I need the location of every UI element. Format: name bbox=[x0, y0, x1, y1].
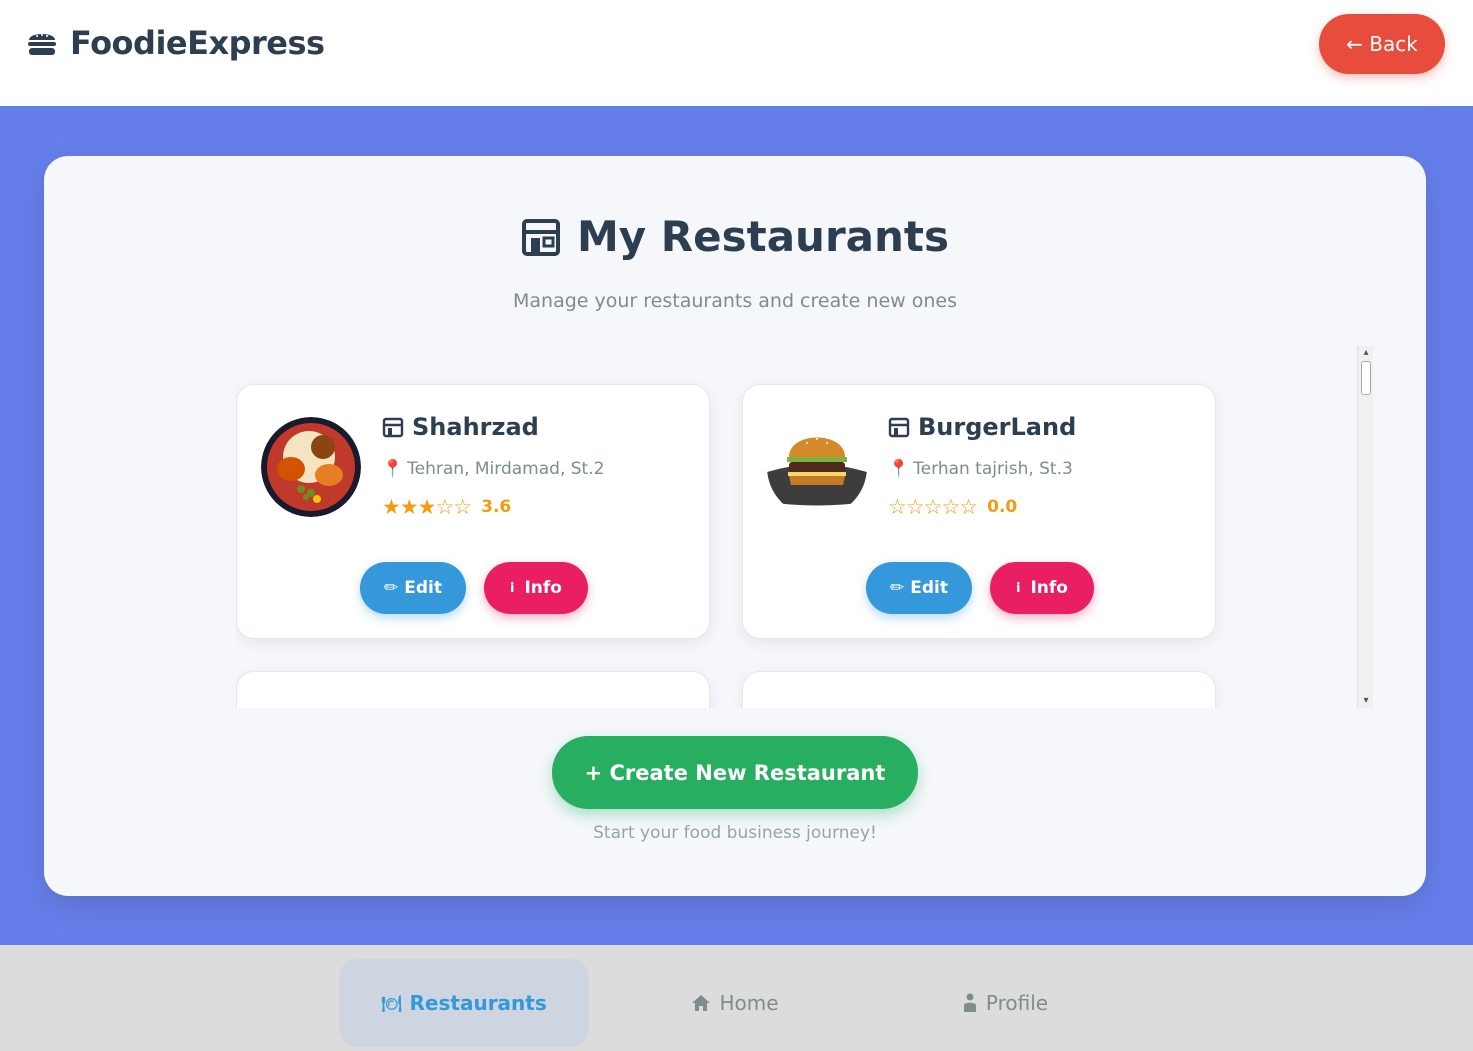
home-icon bbox=[692, 995, 711, 1011]
restaurant-address: 📍 Terhan tajrish, St.3 bbox=[888, 459, 1073, 479]
create-hint: Start your food business journey! bbox=[593, 823, 877, 843]
bottom-nav: 🍽 Restaurants Home Profile bbox=[0, 945, 1473, 1051]
restaurant-rating: ★★★☆☆ 3.6 bbox=[382, 495, 511, 519]
scroll-up-icon[interactable]: ▴ bbox=[1358, 346, 1374, 360]
page-title: My Restaurants bbox=[44, 212, 1426, 261]
restaurant-photo bbox=[767, 417, 867, 517]
pin-icon: 📍 bbox=[888, 459, 910, 479]
star-rating-icon: ☆☆☆☆☆ bbox=[888, 495, 978, 519]
restaurant-card-partial bbox=[742, 671, 1216, 708]
info-icon: i bbox=[510, 580, 515, 596]
store-icon bbox=[522, 218, 560, 256]
restaurant-rating: ☆☆☆☆☆ 0.0 bbox=[888, 495, 1017, 519]
restaurant-card: BurgerLand 📍 Terhan tajrish, St.3 ☆☆☆☆☆ … bbox=[742, 384, 1216, 639]
nav-profile[interactable]: Profile bbox=[880, 959, 1130, 1047]
person-icon bbox=[963, 993, 976, 1012]
restaurant-card: Shahrzad 📍 Tehran, Mirdamad, St.2 ★★★☆☆ … bbox=[236, 384, 710, 639]
restaurant-card-partial bbox=[236, 671, 710, 708]
store-icon bbox=[382, 417, 404, 438]
burger-icon bbox=[28, 34, 56, 55]
info-button[interactable]: i Info bbox=[484, 562, 588, 614]
create-restaurant-button[interactable]: + Create New Restaurant bbox=[552, 736, 918, 809]
brand-name: FoodieExpress bbox=[70, 24, 325, 62]
restaurants-panel: My Restaurants Manage your restaurants a… bbox=[44, 156, 1426, 896]
info-icon: i bbox=[1016, 580, 1021, 596]
nav-restaurants[interactable]: 🍽 Restaurants bbox=[339, 959, 589, 1047]
restaurant-list[interactable]: Shahrzad 📍 Tehran, Mirdamad, St.2 ★★★☆☆ … bbox=[236, 346, 1373, 708]
top-header: FoodieExpress ← Back bbox=[0, 0, 1473, 106]
page-subtitle: Manage your restaurants and create new o… bbox=[513, 290, 957, 312]
restaurant-address: 📍 Tehran, Mirdamad, St.2 bbox=[382, 459, 605, 479]
nav-home[interactable]: Home bbox=[610, 959, 860, 1047]
pencil-icon: ✏ bbox=[384, 578, 399, 598]
restaurant-photo bbox=[261, 417, 361, 517]
rating-value: 0.0 bbox=[987, 497, 1018, 517]
page-title-text: My Restaurants bbox=[577, 212, 949, 261]
edit-button[interactable]: ✏ Edit bbox=[866, 562, 972, 614]
star-rating-icon: ★★★☆☆ bbox=[382, 495, 472, 519]
brand: FoodieExpress bbox=[26, 24, 325, 62]
pencil-icon: ✏ bbox=[890, 578, 905, 598]
back-button[interactable]: ← Back bbox=[1319, 14, 1445, 74]
scrollbar-thumb[interactable] bbox=[1361, 361, 1371, 395]
scroll-down-icon[interactable]: ▾ bbox=[1358, 694, 1374, 708]
restaurant-icon: 🍽 bbox=[381, 993, 402, 1013]
restaurant-name: Shahrzad bbox=[382, 413, 539, 441]
rating-value: 3.6 bbox=[481, 497, 512, 517]
info-button[interactable]: i Info bbox=[990, 562, 1094, 614]
restaurant-name: BurgerLand bbox=[888, 413, 1076, 441]
pin-icon: 📍 bbox=[382, 459, 404, 479]
edit-button[interactable]: ✏ Edit bbox=[360, 562, 466, 614]
store-icon bbox=[888, 417, 910, 438]
list-scrollbar[interactable]: ▴ ▾ bbox=[1357, 346, 1373, 708]
